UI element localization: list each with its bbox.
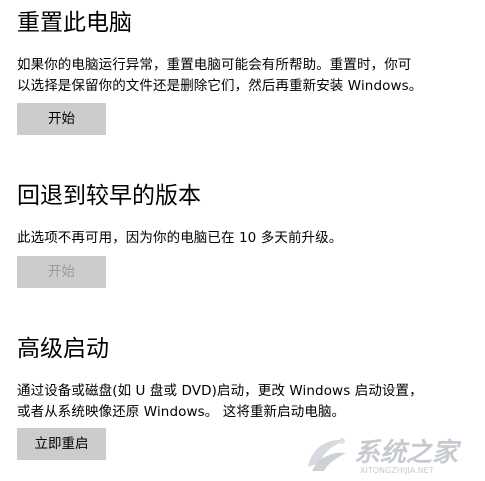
advanced-startup-description-line-1: 通过设备或磁盘(如 U 盘或 DVD)启动，更改 Windows 启动设置， — [17, 383, 423, 399]
reset-pc-description-line-1: 如果你的电脑运行异常，重置电脑可能会有所帮助。重置时，你可 — [17, 57, 412, 73]
rollback-description-line-1: 此选项不再可用，因为你的电脑已在 10 多天前升级。 — [17, 230, 343, 246]
advanced-startup-section: 高级启动 通过设备或磁盘(如 U 盘或 DVD)启动，更改 Windows 启动… — [17, 334, 477, 460]
reset-pc-start-button[interactable]: 开始 — [17, 103, 106, 135]
watermark-text: 系统之家 — [354, 438, 459, 468]
reset-pc-description: 如果你的电脑运行异常，重置电脑可能会有所帮助。重置时，你可 以选择是保留你的文件… — [17, 55, 477, 97]
reset-pc-title: 重置此电脑 — [17, 10, 132, 36]
reset-pc-section: 重置此电脑 如果你的电脑运行异常，重置电脑可能会有所帮助。重置时，你可 以选择是… — [17, 8, 477, 135]
xitongzhijia-logo-icon — [308, 438, 346, 471]
advanced-startup-description: 通过设备或磁盘(如 U 盘或 DVD)启动，更改 Windows 启动设置， 或… — [17, 381, 477, 423]
advanced-startup-title: 高级启动 — [17, 336, 109, 362]
rollback-section: 回退到较早的版本 此选项不再可用，因为你的电脑已在 10 多天前升级。 开始 — [17, 181, 477, 288]
restart-now-button[interactable]: 立即重启 — [17, 428, 106, 460]
rollback-start-button[interactable]: 开始 — [17, 256, 106, 288]
rollback-description: 此选项不再可用，因为你的电脑已在 10 多天前升级。 — [17, 228, 477, 249]
rollback-title: 回退到较早的版本 — [17, 183, 201, 209]
watermark-url: XITONGZHIJIA.NET — [360, 466, 434, 475]
advanced-startup-description-line-2: 或者从系统映像还原 Windows。 这将重新启动电脑。 — [17, 404, 346, 420]
reset-pc-description-line-2: 以选择是保留你的文件还是删除它们，然后再重新安装 Windows。 — [17, 78, 423, 94]
watermark: 系统之家 XITONGZHIJIA.NET — [302, 433, 477, 475]
